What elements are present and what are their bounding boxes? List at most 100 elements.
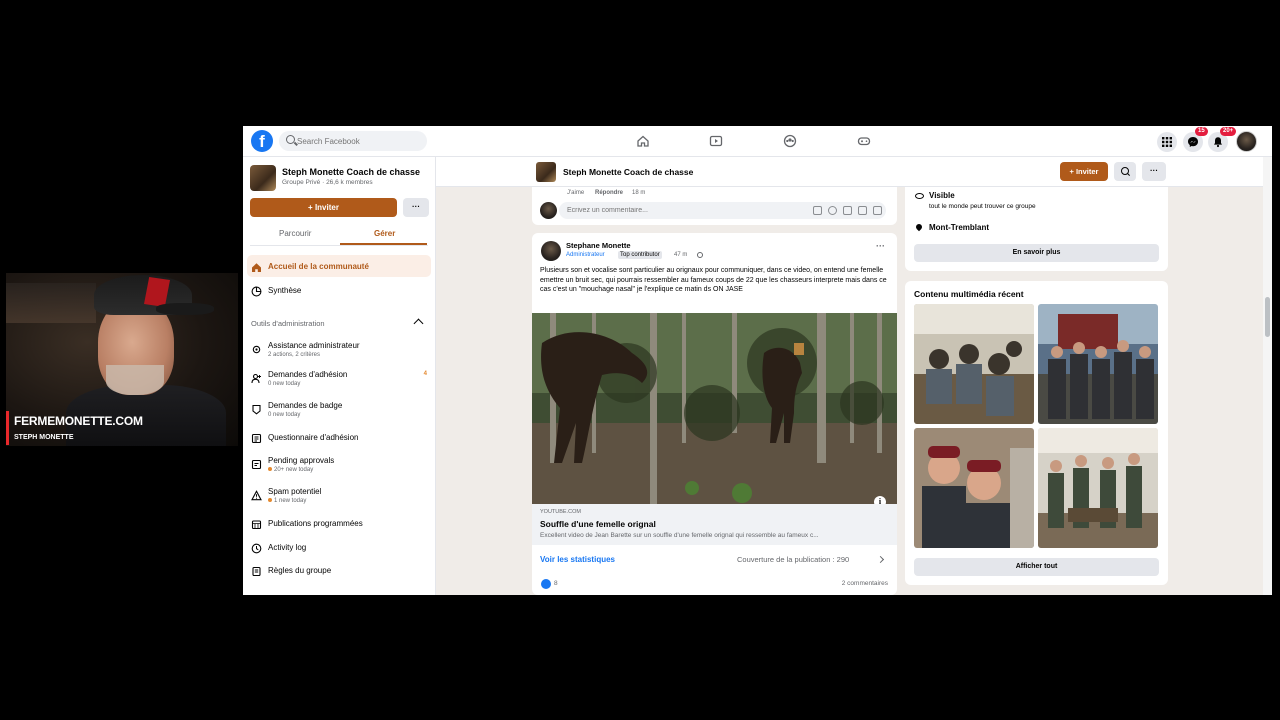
comment-count[interactable]: 2 commentaires bbox=[842, 580, 888, 587]
cap-brim bbox=[156, 303, 214, 315]
admin-sidebar: Steph Monette Coach de chasse Groupe Pri… bbox=[243, 157, 436, 595]
recent-media-title: Contenu multimédia récent bbox=[914, 289, 1024, 299]
sidebar-item-label: Publications programmées bbox=[268, 519, 363, 528]
sidebar-item-activity-log[interactable]: Activity log bbox=[247, 536, 431, 558]
photo-lake-group-image bbox=[1038, 304, 1158, 424]
lower-third-subtitle: STEPH MONETTE bbox=[14, 434, 74, 441]
reply-link[interactable]: Répondre bbox=[595, 190, 623, 196]
link-preview[interactable]: YOUTUBE.COM Souffle d'une femelle origna… bbox=[532, 504, 897, 545]
recent-media-card: Contenu multimédia récent Afficher tout bbox=[905, 281, 1168, 585]
author-role: Administrateur bbox=[566, 252, 605, 258]
sidebar-item-sub: 0 new today bbox=[268, 381, 301, 387]
comment-input[interactable] bbox=[567, 202, 797, 219]
sidebar-item-sub: 1 new today bbox=[268, 498, 306, 504]
grid-icon bbox=[1162, 137, 1172, 147]
like-reaction-icon bbox=[541, 579, 551, 589]
presenter-beard bbox=[106, 365, 164, 395]
avatar-sticker-icon[interactable] bbox=[813, 206, 822, 215]
messenger-icon bbox=[1188, 137, 1198, 147]
view-insights-link[interactable]: Voir les statistiques bbox=[540, 555, 615, 564]
active-tab-indicator bbox=[340, 243, 427, 245]
like-count[interactable]: 8 bbox=[554, 580, 558, 587]
group-header-name[interactable]: Steph Monette Coach de chasse bbox=[563, 167, 693, 177]
sidebar-item-summary[interactable]: Synthèse bbox=[247, 279, 431, 301]
author-avatar[interactable] bbox=[541, 241, 561, 261]
comment-box[interactable] bbox=[559, 202, 886, 219]
new-indicator-dot bbox=[268, 467, 272, 472]
search-input[interactable] bbox=[297, 131, 423, 151]
menu-grid-button[interactable] bbox=[1157, 132, 1177, 152]
clipboard-icon bbox=[251, 431, 262, 444]
camera-icon[interactable] bbox=[843, 206, 852, 215]
sidebar-item-potential-spam[interactable]: Spam potentiel 1 new today bbox=[247, 483, 431, 505]
sidebar-item-membership-requests[interactable]: Demandes d'adhésion 0 new today 4 bbox=[247, 366, 431, 388]
sidebar-item-label: Activity log bbox=[268, 543, 307, 552]
pending-count-badge: 4 bbox=[423, 371, 427, 377]
sidebar-item-badge-requests[interactable]: Demandes de badge 0 new today bbox=[247, 397, 431, 419]
post-more-icon[interactable]: ··· bbox=[876, 241, 885, 251]
post-author[interactable]: Stephane Monette bbox=[566, 241, 631, 250]
sidebar-item-sub-text: 20+ new today bbox=[274, 467, 314, 473]
background-shelf bbox=[6, 283, 96, 323]
group-name[interactable]: Steph Monette Coach de chasse bbox=[282, 167, 420, 177]
sidebar-item-admin-assist[interactable]: Assistance administrateur 2 actions, 2 c… bbox=[247, 337, 431, 359]
tab-browse[interactable]: Parcourir bbox=[279, 229, 311, 238]
home-icon bbox=[251, 260, 262, 272]
rules-icon bbox=[251, 564, 262, 577]
chevron-right-icon[interactable] bbox=[876, 555, 885, 564]
learn-more-button[interactable]: En savoir plus bbox=[914, 244, 1159, 262]
sidebar-item-community-home[interactable]: Accueil de la communauté bbox=[247, 255, 431, 277]
group-more-button[interactable]: ··· bbox=[403, 198, 429, 217]
add-person-icon bbox=[251, 371, 262, 384]
warning-icon bbox=[251, 488, 262, 501]
bell-icon bbox=[1214, 137, 1222, 148]
privacy-icon bbox=[697, 252, 703, 258]
profile-avatar[interactable] bbox=[1236, 131, 1257, 152]
tabs-divider bbox=[250, 245, 428, 246]
media-tile-3[interactable] bbox=[914, 428, 1034, 548]
header-invite-button[interactable]: + Inviter bbox=[1060, 162, 1108, 181]
gaming-icon[interactable] bbox=[857, 134, 871, 148]
page-scrollbar[interactable] bbox=[1263, 157, 1272, 595]
group-thumbnail[interactable] bbox=[536, 162, 556, 182]
sticker-icon[interactable] bbox=[873, 206, 882, 215]
media-tile-1[interactable] bbox=[914, 304, 1034, 424]
post-video-thumbnail[interactable] bbox=[532, 313, 897, 504]
sidebar-item-membership-questions[interactable]: Questionnaire d'adhésion bbox=[247, 426, 431, 448]
sidebar-item-pending-approvals[interactable]: Pending approvals 20+ new today bbox=[247, 452, 431, 474]
search-box[interactable] bbox=[279, 131, 427, 151]
photo-tent-group-image bbox=[914, 304, 1034, 424]
group-search-button[interactable] bbox=[1114, 162, 1136, 181]
post-reach[interactable]: Couverture de la publication : 290 bbox=[737, 555, 849, 564]
tab-manage[interactable]: Gérer bbox=[374, 229, 395, 238]
link-title: Souffle d'une femelle orignal bbox=[540, 519, 656, 529]
video-icon[interactable] bbox=[709, 134, 723, 148]
comment-time: 18 m bbox=[632, 190, 646, 196]
home-icon[interactable] bbox=[636, 134, 650, 148]
post-time[interactable]: 47 m bbox=[674, 252, 687, 258]
like-comment-link[interactable]: J'aime bbox=[567, 190, 584, 196]
commenter-avatar bbox=[540, 202, 557, 219]
facebook-logo-icon[interactable]: f bbox=[251, 130, 273, 152]
chevron-up-icon[interactable] bbox=[413, 318, 424, 329]
sidebar-item-label: Assistance administrateur bbox=[268, 341, 360, 350]
eye-icon bbox=[915, 193, 924, 199]
visibility-description: tout le monde peut trouver ce groupe bbox=[929, 203, 1036, 210]
media-tile-2[interactable] bbox=[1038, 304, 1158, 424]
header-more-button[interactable]: ··· bbox=[1142, 162, 1166, 181]
lower-third-accent-bar bbox=[6, 411, 9, 445]
sidebar-item-scheduled-posts[interactable]: Publications programmées bbox=[247, 512, 431, 534]
see-all-button[interactable]: Afficher tout bbox=[914, 558, 1159, 576]
about-card: Visible tout le monde peut trouver ce gr… bbox=[905, 187, 1168, 271]
group-thumbnail[interactable] bbox=[250, 165, 276, 191]
sidebar-item-group-rules[interactable]: Règles du groupe bbox=[247, 559, 431, 581]
notifications-badge: 20+ bbox=[1220, 127, 1237, 136]
invite-button[interactable]: + Inviter bbox=[250, 198, 397, 217]
location-label: Mont-Tremblant bbox=[929, 223, 989, 232]
scrollbar-thumb[interactable] bbox=[1265, 297, 1270, 337]
groups-icon[interactable] bbox=[783, 134, 797, 148]
media-tile-4[interactable] bbox=[1038, 428, 1158, 548]
gif-icon[interactable] bbox=[858, 206, 867, 215]
new-indicator-dot bbox=[268, 498, 272, 503]
emoji-icon[interactable] bbox=[828, 206, 837, 215]
